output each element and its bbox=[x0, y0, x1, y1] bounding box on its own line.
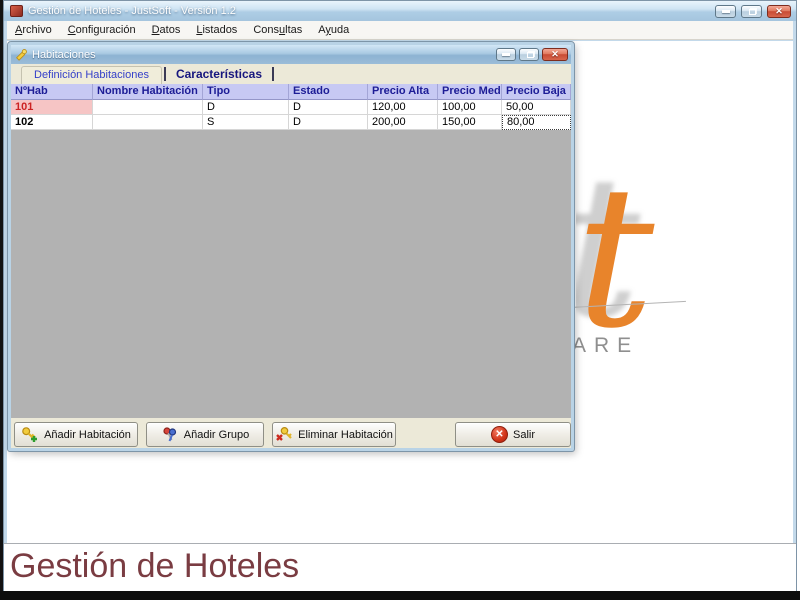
child-caption-buttons: ✕ bbox=[496, 48, 568, 61]
rooms-grid[interactable]: NºHab Nombre Habitación Tipo Estado Precio A… bbox=[11, 84, 571, 418]
column-header[interactable]: Precio Media bbox=[438, 84, 502, 100]
column-header[interactable]: Estado bbox=[289, 84, 368, 100]
main-caption-buttons: ✕ bbox=[715, 5, 791, 18]
exit-button[interactable]: ✕ Salir bbox=[455, 422, 571, 447]
habitaciones-titlebar[interactable]: Habitaciones ✕ bbox=[11, 45, 571, 64]
table-cell[interactable]: 102 bbox=[11, 115, 93, 130]
app-icon bbox=[10, 5, 23, 17]
habitaciones-content: Definición Habitaciones Características … bbox=[11, 64, 571, 448]
habitaciones-window: Habitaciones ✕ Definición Habitaciones C… bbox=[7, 41, 575, 452]
exit-icon: ✕ bbox=[490, 426, 508, 443]
table-cell[interactable] bbox=[93, 100, 203, 115]
table-cell[interactable]: 80,00 bbox=[502, 115, 571, 130]
column-header[interactable]: NºHab bbox=[11, 84, 93, 100]
button-label: Añadir Grupo bbox=[183, 428, 250, 441]
column-header[interactable]: Tipo bbox=[203, 84, 289, 100]
close-icon: ✕ bbox=[551, 49, 559, 59]
table-cell[interactable]: 120,00 bbox=[368, 100, 438, 115]
menu-item-archivo[interactable]: Archivo bbox=[7, 22, 60, 38]
table-cell[interactable]: D bbox=[203, 100, 289, 115]
menu-item-listados[interactable]: Listados bbox=[188, 22, 245, 38]
menu-item-consultas[interactable]: Consultas bbox=[245, 22, 310, 38]
main-titlebar[interactable]: Gestión de Hoteles - JustSoft - Versión … bbox=[4, 1, 796, 21]
table-cell[interactable]: S bbox=[203, 115, 289, 130]
table-cell[interactable]: D bbox=[289, 115, 368, 130]
add-group-button[interactable]: Añadir Grupo bbox=[146, 422, 264, 447]
main-window-title: Gestión de Hoteles - JustSoft - Versión … bbox=[28, 5, 236, 17]
tab-separator bbox=[163, 67, 166, 81]
restore-icon bbox=[749, 8, 756, 15]
table-cell[interactable]: 50,00 bbox=[502, 100, 571, 115]
minimize-icon bbox=[502, 53, 510, 56]
menu-item-configuracin[interactable]: Configuración bbox=[60, 22, 144, 38]
screen-edge-bottom bbox=[0, 591, 800, 600]
menu-item-datos[interactable]: Datos bbox=[144, 22, 189, 38]
screen: Gestión de Hoteles - JustSoft - Versión … bbox=[0, 0, 800, 600]
child-restore-button[interactable] bbox=[519, 48, 539, 61]
button-label: Eliminar Habitación bbox=[298, 428, 393, 441]
status-band: Gestión de Hoteles bbox=[4, 543, 796, 591]
minimize-button[interactable] bbox=[715, 5, 736, 18]
table-cell[interactable]: D bbox=[289, 100, 368, 115]
column-header[interactable]: Precio Alta bbox=[368, 84, 438, 100]
tab-bar: Definición Habitaciones Características bbox=[11, 64, 571, 84]
screen-edge-left bbox=[0, 0, 3, 600]
logo-fragment-text: ARE bbox=[572, 334, 640, 357]
button-bar: Añadir Habitación Añadir Grupo Eliminar … bbox=[11, 418, 571, 448]
key-delete-icon bbox=[276, 426, 292, 441]
menu-item-ayuda[interactable]: Ayuda bbox=[310, 22, 357, 38]
button-label: Añadir Habitación bbox=[44, 428, 131, 441]
table-cell[interactable]: 101 bbox=[11, 100, 93, 115]
child-close-button[interactable]: ✕ bbox=[542, 48, 568, 61]
restore-button[interactable] bbox=[741, 5, 762, 18]
button-label: Salir bbox=[512, 428, 535, 441]
table-cell[interactable]: 150,00 bbox=[438, 115, 502, 130]
add-room-button[interactable]: Añadir Habitación bbox=[14, 422, 138, 447]
delete-room-button[interactable]: Eliminar Habitación bbox=[272, 422, 396, 447]
page-title: Gestión de Hoteles bbox=[10, 547, 300, 585]
grid-body: 101 D D 120,00 100,00 50,00 102 S D 200,00 150,00 8… bbox=[11, 100, 571, 130]
menu-bar: Archivo Configuración Datos Listados Consult… bbox=[7, 21, 793, 40]
restore-icon bbox=[526, 51, 534, 58]
keys-icon bbox=[163, 426, 176, 441]
child-minimize-button[interactable] bbox=[496, 48, 516, 61]
table-cell[interactable]: 200,00 bbox=[368, 115, 438, 130]
table-cell[interactable] bbox=[93, 115, 203, 130]
column-header[interactable]: Nombre Habitación bbox=[93, 84, 203, 100]
grid-header-row: NºHab Nombre Habitación Tipo Estado Precio A… bbox=[11, 84, 571, 100]
table-row[interactable]: 101 D D 120,00 100,00 50,00 bbox=[11, 100, 571, 115]
close-icon: ✕ bbox=[775, 6, 783, 16]
key-plus-icon bbox=[22, 426, 38, 442]
minimize-icon bbox=[721, 10, 730, 13]
habitaciones-window-icon bbox=[16, 49, 27, 61]
tab-definicion-habitaciones[interactable]: Definición Habitaciones bbox=[21, 66, 162, 84]
tab-caracteristicas[interactable]: Características bbox=[168, 65, 270, 84]
table-cell[interactable]: 100,00 bbox=[438, 100, 502, 115]
table-row[interactable]: 102 S D 200,00 150,00 80,00 bbox=[11, 115, 571, 130]
close-button[interactable]: ✕ bbox=[767, 5, 791, 18]
column-header[interactable]: Precio Baja bbox=[502, 84, 571, 100]
tab-separator bbox=[272, 67, 275, 81]
habitaciones-window-title: Habitaciones bbox=[32, 48, 96, 61]
